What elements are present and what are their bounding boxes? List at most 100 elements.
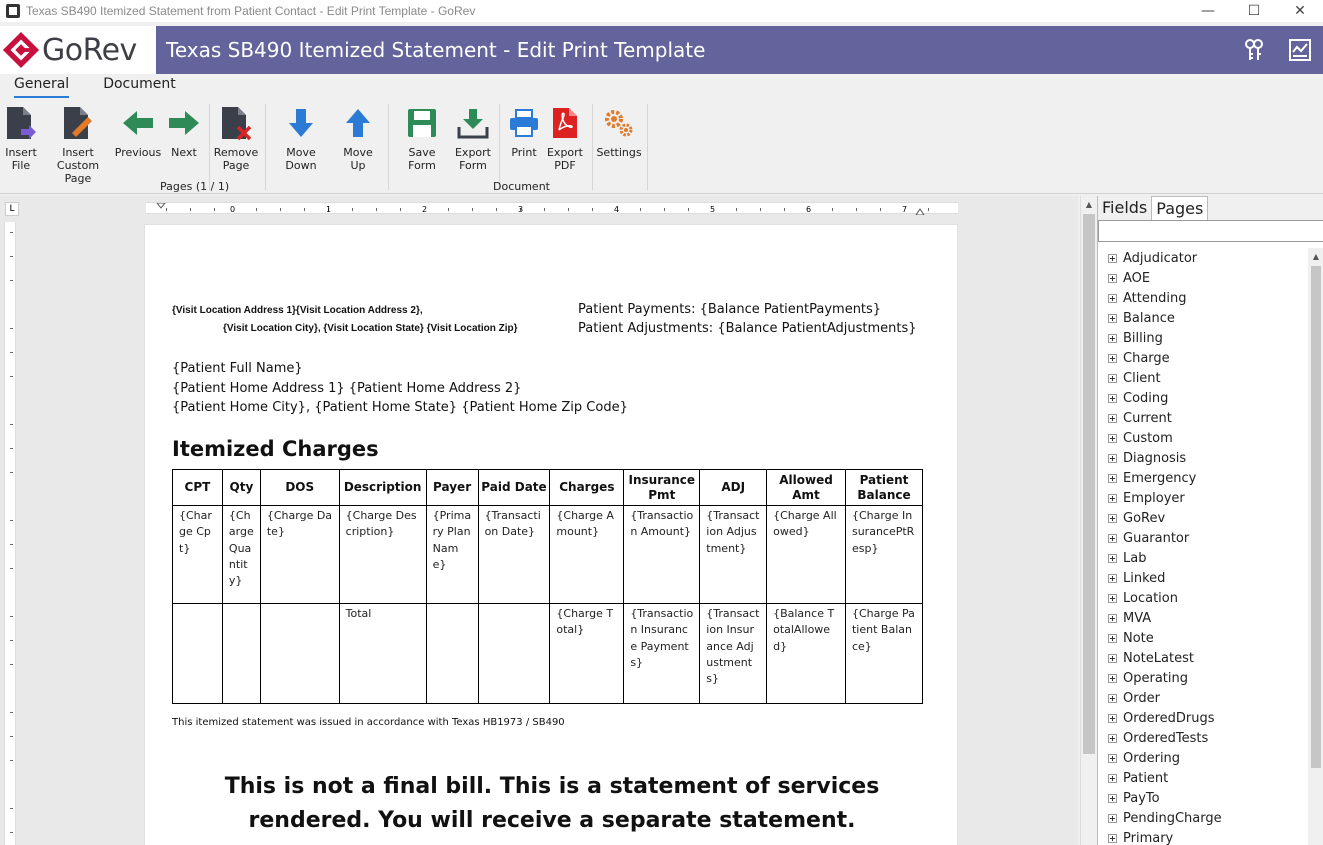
tab-pages[interactable]: Pages xyxy=(1151,196,1209,220)
expand-plus-icon[interactable] xyxy=(1108,513,1117,523)
maximize-icon[interactable]: ☐ xyxy=(1231,0,1277,22)
table-cell[interactable]: {Transaction Adjustment} xyxy=(699,505,768,604)
scroll-up-icon[interactable]: ▲ xyxy=(1308,248,1323,264)
tree-item[interactable]: Primary xyxy=(1098,828,1308,845)
table-cell[interactable]: {Transaction Amount} xyxy=(623,505,701,604)
scrollbar-thumb[interactable] xyxy=(1311,266,1321,768)
tree-item[interactable]: Balance xyxy=(1098,308,1308,328)
scrollbar-thumb[interactable] xyxy=(1083,214,1095,754)
tree-item[interactable]: Location xyxy=(1098,588,1308,608)
export-form-button[interactable]: Export Form xyxy=(454,104,492,172)
tree-item[interactable]: Guarantor xyxy=(1098,528,1308,548)
tree-item[interactable]: Patient xyxy=(1098,768,1308,788)
expand-plus-icon[interactable] xyxy=(1108,773,1117,783)
table-cell[interactable]: Total xyxy=(338,603,427,704)
remove-page-button[interactable]: Remove Page xyxy=(214,104,258,172)
expand-plus-icon[interactable] xyxy=(1108,713,1117,723)
expand-plus-icon[interactable] xyxy=(1108,293,1117,303)
tree-item[interactable]: Diagnosis xyxy=(1098,448,1308,468)
right-indent-marker[interactable] xyxy=(915,208,925,215)
tree-item[interactable]: Order xyxy=(1098,688,1308,708)
fields-tree[interactable]: Adjudicator AOE Attending Balance Billing Cha… xyxy=(1098,248,1308,845)
export-pdf-button[interactable]: Export PDF xyxy=(546,104,584,172)
table-cell[interactable]: {Charge Total} xyxy=(549,603,625,704)
chart-window-icon[interactable] xyxy=(1287,37,1313,63)
document-scrollbar[interactable]: ▲ xyxy=(1080,196,1096,845)
tree-item[interactable]: Attending xyxy=(1098,288,1308,308)
expand-plus-icon[interactable] xyxy=(1108,253,1117,263)
table-cell[interactable] xyxy=(172,603,223,704)
tab-document[interactable]: Document xyxy=(103,76,176,98)
insert-custom-page-button[interactable]: Insert Custom Page xyxy=(44,104,112,185)
expand-plus-icon[interactable] xyxy=(1108,733,1117,743)
tree-item[interactable]: Charge xyxy=(1098,348,1308,368)
left-indent-marker[interactable] xyxy=(156,203,166,209)
tree-item[interactable]: Coding xyxy=(1098,388,1308,408)
table-cell[interactable]: {Transaction Insurance Adjustments} xyxy=(699,603,768,704)
table-cell[interactable] xyxy=(259,603,340,704)
table-cell[interactable]: {Charge InsurancePtResp} xyxy=(844,505,924,604)
tree-item[interactable]: Employer xyxy=(1098,488,1308,508)
expand-plus-icon[interactable] xyxy=(1108,353,1117,363)
tree-item[interactable]: Client xyxy=(1098,368,1308,388)
expand-plus-icon[interactable] xyxy=(1108,473,1117,483)
table-cell[interactable]: {Charge Date} xyxy=(259,505,340,604)
previous-button[interactable]: Previous xyxy=(115,104,161,159)
user-keys-icon[interactable] xyxy=(1241,37,1267,63)
expand-plus-icon[interactable] xyxy=(1108,653,1117,663)
tree-item[interactable]: PayTo xyxy=(1098,788,1308,808)
tab-general[interactable]: General xyxy=(14,76,70,98)
table-cell[interactable]: {Charge Cpt} xyxy=(172,505,223,604)
scroll-up-icon[interactable]: ▲ xyxy=(1081,196,1097,212)
expand-plus-icon[interactable] xyxy=(1108,433,1117,443)
expand-plus-icon[interactable] xyxy=(1108,333,1117,343)
expand-plus-icon[interactable] xyxy=(1108,273,1117,283)
expand-plus-icon[interactable] xyxy=(1108,633,1117,643)
table-cell[interactable]: {Charge Description} xyxy=(338,505,427,604)
expand-plus-icon[interactable] xyxy=(1108,793,1117,803)
fields-search-input[interactable] xyxy=(1098,220,1323,242)
expand-plus-icon[interactable] xyxy=(1108,573,1117,583)
table-cell[interactable]: {Transaction Date} xyxy=(477,505,551,604)
table-cell[interactable]: {Charge Quantity} xyxy=(221,505,261,604)
tree-item[interactable]: Adjudicator xyxy=(1098,248,1308,268)
next-button[interactable]: Next xyxy=(166,104,202,159)
tree-item[interactable]: NoteLatest xyxy=(1098,648,1308,668)
tree-item[interactable]: Emergency xyxy=(1098,468,1308,488)
table-cell[interactable] xyxy=(477,603,551,704)
table-cell[interactable] xyxy=(221,603,261,704)
expand-plus-icon[interactable] xyxy=(1108,693,1117,703)
tree-item[interactable]: Lab xyxy=(1098,548,1308,568)
charges-table[interactable]: CPT Qty DOS Description Payer Paid Date … xyxy=(172,469,924,704)
table-cell[interactable]: {Charge Amount} xyxy=(549,505,625,604)
table-cell[interactable] xyxy=(425,603,479,704)
insert-file-button[interactable]: Insert File xyxy=(4,104,38,172)
expand-plus-icon[interactable] xyxy=(1108,373,1117,383)
tree-item[interactable]: Billing xyxy=(1098,328,1308,348)
save-form-button[interactable]: Save Form xyxy=(395,104,449,172)
fields-scrollbar[interactable]: ▲ xyxy=(1308,248,1323,845)
expand-plus-icon[interactable] xyxy=(1108,673,1117,683)
settings-button[interactable]: Settings xyxy=(596,104,642,159)
minimize-icon[interactable]: — xyxy=(1185,0,1231,22)
table-cell[interactable]: {Charge Allowed} xyxy=(766,505,846,604)
document-page[interactable]: {Visit Location Address 1}{Visit Locatio… xyxy=(144,224,958,845)
expand-plus-icon[interactable] xyxy=(1108,393,1117,403)
print-button[interactable]: Print xyxy=(506,104,542,159)
close-icon[interactable]: ✕ xyxy=(1277,0,1323,22)
table-cell[interactable]: {Charge Patient Balance} xyxy=(844,603,924,704)
tree-item[interactable]: MVA xyxy=(1098,608,1308,628)
tree-item[interactable]: AOE xyxy=(1098,268,1308,288)
tree-item[interactable]: Ordering xyxy=(1098,748,1308,768)
horizontal-ruler[interactable]: 0 1 2 3 4 5 6 7 xyxy=(146,202,958,215)
expand-plus-icon[interactable] xyxy=(1108,453,1117,463)
expand-plus-icon[interactable] xyxy=(1108,313,1117,323)
ruler-corner-button[interactable]: L xyxy=(5,202,19,216)
tree-item[interactable]: Operating xyxy=(1098,668,1308,688)
vertical-ruler[interactable] xyxy=(4,222,16,845)
expand-plus-icon[interactable] xyxy=(1108,753,1117,763)
tree-item[interactable]: OrderedTests xyxy=(1098,728,1308,748)
table-cell[interactable]: {Balance TotalAllowed} xyxy=(766,603,846,704)
table-cell[interactable]: {Transaction Insurance Payments} xyxy=(623,603,701,704)
expand-plus-icon[interactable] xyxy=(1108,593,1117,603)
